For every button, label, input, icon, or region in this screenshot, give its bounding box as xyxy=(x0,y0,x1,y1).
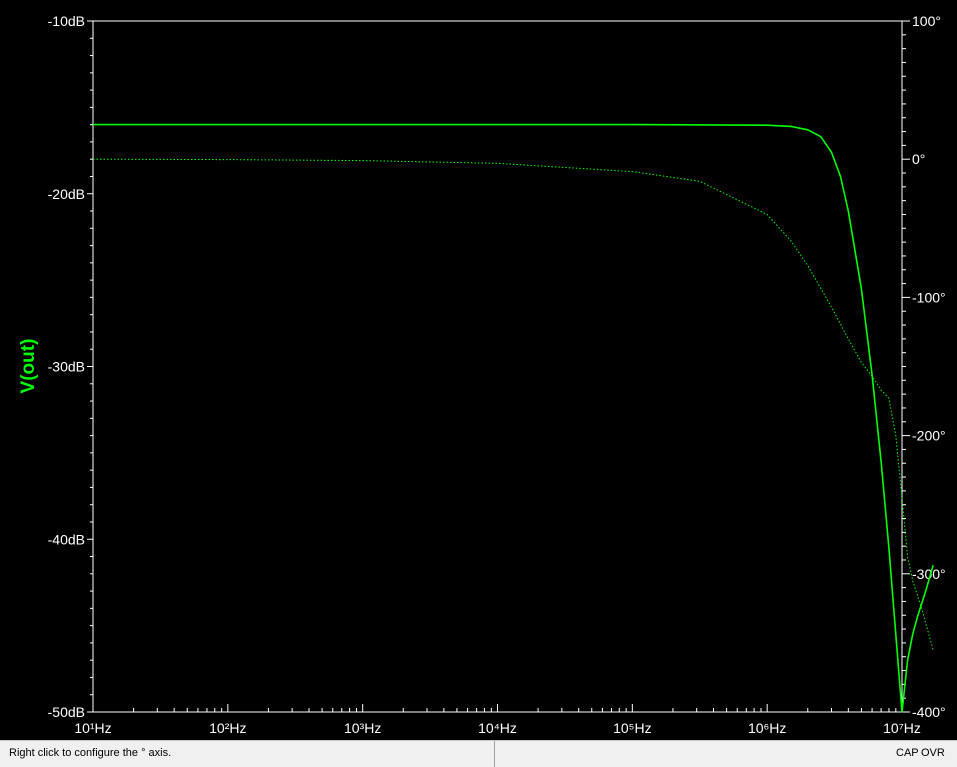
overwrite-indicator: OVR xyxy=(921,747,945,759)
x-tick-label[interactable]: 10⁶Hz xyxy=(748,720,786,736)
y-axis-label[interactable]: V(out) xyxy=(18,339,39,394)
bode-plot[interactable]: 10¹Hz 10²Hz 10³Hz 10⁴Hz 10⁵Hz 10⁶Hz 10⁷Hz -10dB… xyxy=(0,0,957,740)
y-left-tick-label[interactable]: -50dB xyxy=(48,704,85,720)
y-left-tick-label[interactable]: -10dB xyxy=(48,13,85,29)
caps-lock-indicator: CAP xyxy=(896,747,919,759)
x-tick-label[interactable]: 10¹Hz xyxy=(74,720,111,736)
y-right-tick-label[interactable]: 100° xyxy=(912,13,941,29)
y-left-tick-label[interactable]: -20dB xyxy=(48,186,85,202)
status-message: Right click to configure the ° axis. xyxy=(9,747,172,759)
x-tick-label[interactable]: 10⁷Hz xyxy=(883,720,921,736)
y-right-tick-label[interactable]: -400° xyxy=(912,704,946,720)
status-divider xyxy=(494,741,495,767)
x-tick-label[interactable]: 10³Hz xyxy=(344,720,381,736)
y-left-tick-label[interactable]: -40dB xyxy=(48,531,85,547)
x-tick-label[interactable]: 10⁵Hz xyxy=(613,720,652,736)
y-left-tick-label[interactable]: -30dB xyxy=(48,359,85,375)
status-bar: Right click to configure the ° axis. CAP… xyxy=(0,740,957,767)
y-right-tick-label[interactable]: -200° xyxy=(912,428,946,444)
x-tick-label[interactable]: 10⁴Hz xyxy=(478,720,517,736)
y-right-tick-label[interactable]: -100° xyxy=(912,289,946,305)
y-right-tick-label[interactable]: 0° xyxy=(912,151,925,167)
plot-background xyxy=(0,0,957,740)
x-tick-label[interactable]: 10²Hz xyxy=(209,720,246,736)
